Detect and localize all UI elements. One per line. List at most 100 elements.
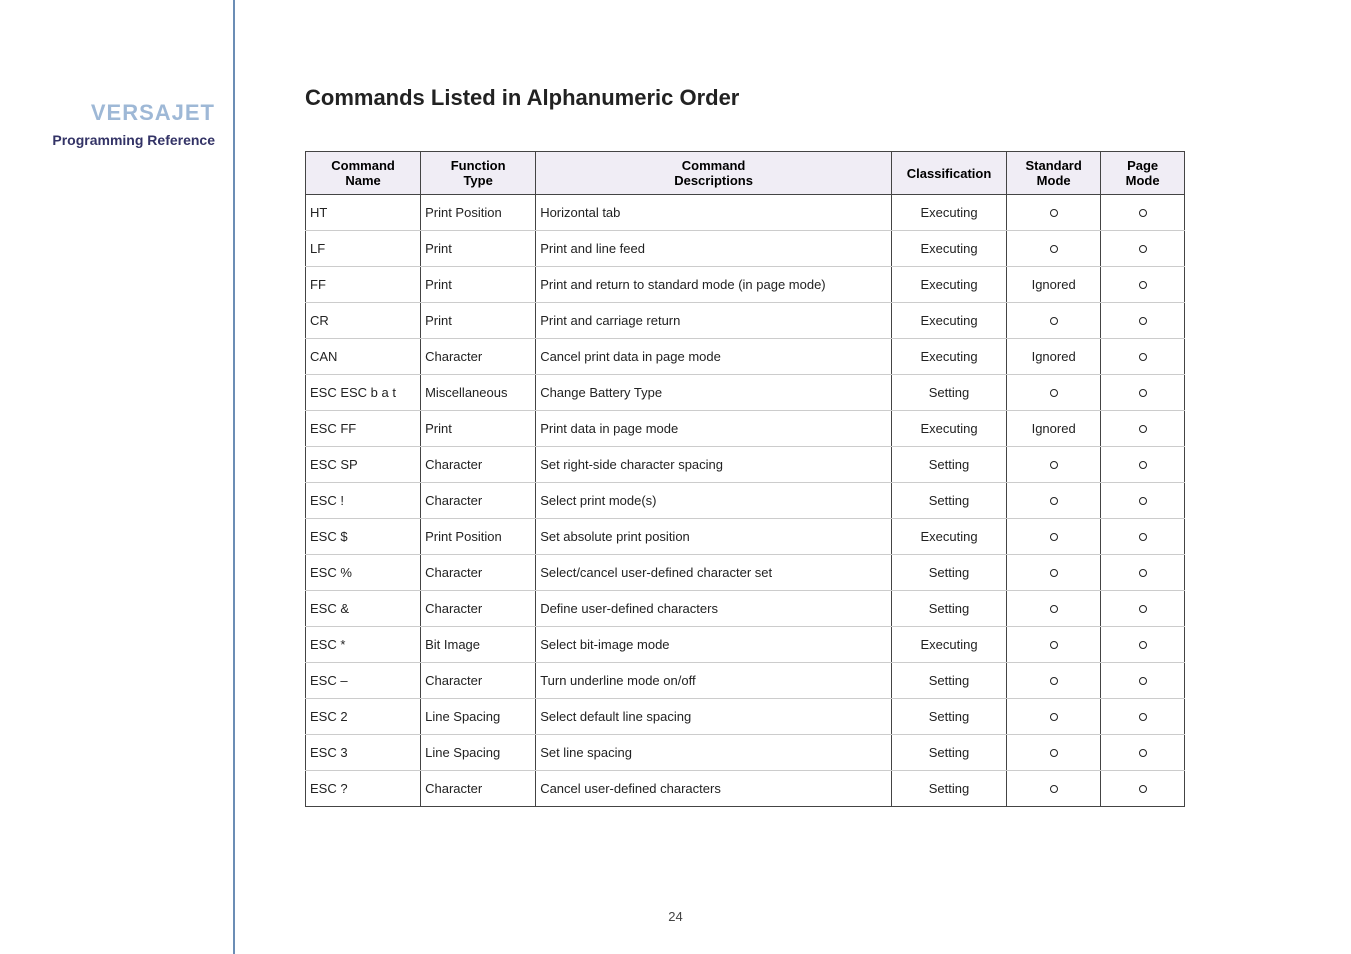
cell-classification: Setting bbox=[891, 483, 1006, 519]
cell-function-type: Print bbox=[421, 303, 536, 339]
circle-icon bbox=[1139, 677, 1147, 685]
table-row: ESC !CharacterSelect print mode(s)Settin… bbox=[306, 483, 1185, 519]
cell-description: Set absolute print position bbox=[536, 519, 892, 555]
th-ftype-l2: Type bbox=[429, 173, 527, 188]
cell-page-mode bbox=[1101, 375, 1185, 411]
cell-command-name: ESC SP bbox=[306, 447, 421, 483]
cell-standard-mode bbox=[1007, 375, 1101, 411]
cell-command-name: ESC ? bbox=[306, 771, 421, 807]
th-ftype-l1: Function bbox=[451, 158, 506, 173]
cell-classification: Setting bbox=[891, 555, 1006, 591]
cell-standard-mode: Ignored bbox=[1007, 339, 1101, 375]
circle-icon bbox=[1050, 785, 1058, 793]
cell-standard-mode bbox=[1007, 231, 1101, 267]
cell-command-name: ESC & bbox=[306, 591, 421, 627]
cell-description: Change Battery Type bbox=[536, 375, 892, 411]
cell-page-mode bbox=[1101, 339, 1185, 375]
cell-function-type: Character bbox=[421, 663, 536, 699]
cell-page-mode bbox=[1101, 663, 1185, 699]
cell-description: Print and carriage return bbox=[536, 303, 892, 339]
cell-description: Select default line spacing bbox=[536, 699, 892, 735]
th-class: Classification bbox=[891, 152, 1006, 195]
cell-description: Define user-defined characters bbox=[536, 591, 892, 627]
circle-icon bbox=[1050, 245, 1058, 253]
th-page: Page Mode bbox=[1101, 152, 1185, 195]
cell-classification: Setting bbox=[891, 699, 1006, 735]
circle-icon bbox=[1050, 533, 1058, 541]
cell-function-type: Print bbox=[421, 231, 536, 267]
table-row: ESC ESC b a tMiscellaneousChange Battery… bbox=[306, 375, 1185, 411]
th-page-l1: Page bbox=[1127, 158, 1158, 173]
cell-function-type: Character bbox=[421, 447, 536, 483]
table-row: CANCharacterCancel print data in page mo… bbox=[306, 339, 1185, 375]
brand-subtitle: Programming Reference bbox=[0, 132, 215, 148]
cell-command-name: ESC 2 bbox=[306, 699, 421, 735]
th-ftype: Function Type bbox=[421, 152, 536, 195]
sidebar: VERSAJET Programming Reference bbox=[0, 0, 235, 954]
cell-page-mode bbox=[1101, 303, 1185, 339]
cell-function-type: Print bbox=[421, 411, 536, 447]
cell-description: Select print mode(s) bbox=[536, 483, 892, 519]
circle-icon bbox=[1139, 281, 1147, 289]
circle-icon bbox=[1050, 641, 1058, 649]
brand-title: VERSAJET bbox=[0, 100, 215, 126]
cell-standard-mode bbox=[1007, 663, 1101, 699]
cell-description: Print and line feed bbox=[536, 231, 892, 267]
cell-page-mode bbox=[1101, 447, 1185, 483]
circle-icon bbox=[1050, 461, 1058, 469]
table-row: ESC FFPrintPrint data in page modeExecut… bbox=[306, 411, 1185, 447]
cell-function-type: Character bbox=[421, 339, 536, 375]
th-std: Standard Mode bbox=[1007, 152, 1101, 195]
cell-standard-mode bbox=[1007, 735, 1101, 771]
circle-icon bbox=[1139, 749, 1147, 757]
circle-icon bbox=[1139, 461, 1147, 469]
cell-command-name: FF bbox=[306, 267, 421, 303]
cell-page-mode bbox=[1101, 231, 1185, 267]
cell-description: Turn underline mode on/off bbox=[536, 663, 892, 699]
circle-icon bbox=[1050, 209, 1058, 217]
cell-command-name: ESC * bbox=[306, 627, 421, 663]
cell-standard-mode bbox=[1007, 303, 1101, 339]
th-desc-l2: Descriptions bbox=[544, 173, 883, 188]
cell-page-mode bbox=[1101, 519, 1185, 555]
table-row: ESC %CharacterSelect/cancel user-defined… bbox=[306, 555, 1185, 591]
circle-icon bbox=[1050, 317, 1058, 325]
circle-icon bbox=[1050, 605, 1058, 613]
cell-command-name: LF bbox=[306, 231, 421, 267]
cell-classification: Setting bbox=[891, 771, 1006, 807]
page-number: 24 bbox=[0, 909, 1351, 924]
cell-command-name: CAN bbox=[306, 339, 421, 375]
circle-icon bbox=[1139, 353, 1147, 361]
cell-description: Set right-side character spacing bbox=[536, 447, 892, 483]
circle-icon bbox=[1139, 713, 1147, 721]
circle-icon bbox=[1139, 533, 1147, 541]
cell-classification: Setting bbox=[891, 591, 1006, 627]
cell-classification: Setting bbox=[891, 447, 1006, 483]
cell-function-type: Character bbox=[421, 771, 536, 807]
cell-page-mode bbox=[1101, 591, 1185, 627]
circle-icon bbox=[1139, 641, 1147, 649]
table-row: CRPrintPrint and carriage returnExecutin… bbox=[306, 303, 1185, 339]
circle-icon bbox=[1139, 569, 1147, 577]
circle-icon bbox=[1139, 785, 1147, 793]
cell-standard-mode bbox=[1007, 195, 1101, 231]
cell-command-name: ESC % bbox=[306, 555, 421, 591]
cell-classification: Executing bbox=[891, 519, 1006, 555]
cell-function-type: Character bbox=[421, 555, 536, 591]
table-row: ESC $Print PositionSet absolute print po… bbox=[306, 519, 1185, 555]
th-name-l1: Command bbox=[331, 158, 395, 173]
cell-description: Print data in page mode bbox=[536, 411, 892, 447]
th-std-l2: Mode bbox=[1015, 173, 1092, 188]
cell-standard-mode: Ignored bbox=[1007, 411, 1101, 447]
cell-page-mode bbox=[1101, 195, 1185, 231]
table-row: ESC SPCharacterSet right-side character … bbox=[306, 447, 1185, 483]
th-desc: Command Descriptions bbox=[536, 152, 892, 195]
cell-standard-mode bbox=[1007, 699, 1101, 735]
table-row: ESC &CharacterDefine user-defined charac… bbox=[306, 591, 1185, 627]
table-row: ESC –CharacterTurn underline mode on/off… bbox=[306, 663, 1185, 699]
cell-description: Select/cancel user-defined character set bbox=[536, 555, 892, 591]
main-content: Commands Listed in Alphanumeric Order Co… bbox=[235, 0, 1351, 954]
cell-description: Set line spacing bbox=[536, 735, 892, 771]
cell-function-type: Character bbox=[421, 483, 536, 519]
cell-page-mode bbox=[1101, 483, 1185, 519]
